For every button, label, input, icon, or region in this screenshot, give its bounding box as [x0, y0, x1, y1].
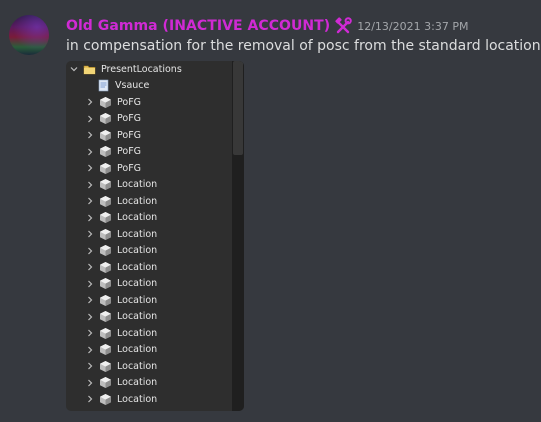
chevron-right-icon[interactable] — [85, 361, 95, 371]
chevron-right-icon[interactable] — [85, 97, 95, 107]
model-icon — [99, 244, 112, 257]
tree-row-item[interactable]: PoFG — [85, 127, 141, 144]
model-icon — [99, 178, 112, 191]
tree-row-item[interactable]: Location — [85, 342, 157, 359]
hammer-wrench-icon — [334, 17, 353, 35]
folder-icon — [83, 63, 96, 76]
tree-row-item[interactable]: PoFG — [85, 111, 141, 128]
tree-label: Vsauce — [115, 80, 150, 92]
script-icon — [97, 79, 110, 92]
chevron-right-icon[interactable] — [85, 196, 95, 206]
scrollbar[interactable] — [232, 61, 244, 411]
model-icon — [99, 277, 112, 290]
chevron-right-icon[interactable] — [85, 378, 95, 388]
tree-label: Location — [117, 245, 158, 257]
tree-label: Location — [117, 311, 158, 323]
chevron-right-icon[interactable] — [85, 328, 95, 338]
tree-label: Location — [117, 179, 158, 191]
tree-row-item[interactable]: PoFG — [85, 144, 141, 161]
tree-label: PresentLocations — [101, 63, 182, 75]
model-icon — [99, 211, 112, 224]
model-icon — [99, 376, 112, 389]
model-icon — [99, 310, 112, 323]
chevron-right-icon[interactable] — [85, 312, 95, 322]
model-icon — [99, 129, 112, 142]
model-icon — [99, 145, 112, 158]
tree-label: Location — [117, 261, 158, 273]
tree-row-item[interactable]: Location — [85, 292, 157, 309]
tree-row-script[interactable]: Vsauce — [93, 78, 149, 95]
tree-label: Location — [117, 393, 158, 405]
model-icon — [99, 261, 112, 274]
tree-label: Location — [117, 327, 158, 339]
avatar[interactable] — [9, 15, 49, 55]
tree-row-item[interactable]: Location — [85, 243, 157, 260]
tree-label: PoFG — [117, 113, 142, 125]
tree-row-item[interactable]: Location — [85, 391, 157, 408]
message-content: in compensation for the removal of posc … — [66, 38, 541, 54]
tree-row-item[interactable]: Location — [85, 358, 157, 375]
timestamp[interactable]: 12/13/2021 3:37 PM — [357, 20, 468, 33]
scrollbar-thumb[interactable] — [233, 61, 243, 155]
tree-label: PoFG — [117, 162, 142, 174]
chevron-right-icon[interactable] — [85, 180, 95, 190]
tree-row-item[interactable]: PoFG — [85, 94, 141, 111]
tree-label: Location — [117, 278, 158, 290]
chevron-right-icon[interactable] — [85, 345, 95, 355]
tree-label: PoFG — [117, 129, 142, 141]
chevron-right-icon[interactable] — [85, 130, 95, 140]
tree-label: Location — [117, 195, 158, 207]
image-attachment[interactable]: PresentLocations Vsauce PoFG PoFG PoFG PoFG… — [66, 61, 244, 411]
chevron-right-icon[interactable] — [85, 295, 95, 305]
chevron-right-icon[interactable] — [85, 213, 95, 223]
tree-label: Location — [117, 228, 158, 240]
chevron-down-icon[interactable] — [69, 64, 79, 74]
chevron-right-icon[interactable] — [85, 147, 95, 157]
model-icon — [99, 162, 112, 175]
tree-row-root[interactable]: PresentLocations — [69, 61, 182, 78]
tree-row-item[interactable]: Location — [85, 177, 157, 194]
tree-row-item[interactable]: PoFG — [85, 160, 141, 177]
message-header: Old Gamma (INACTIVE ACCOUNT) 12/13/2021 … — [66, 16, 468, 36]
tree-label: Location — [117, 294, 158, 306]
tree-label: Location — [117, 212, 158, 224]
tree-row-item[interactable]: Location — [85, 193, 157, 210]
chevron-right-icon[interactable] — [85, 229, 95, 239]
model-icon — [99, 343, 112, 356]
chevron-right-icon[interactable] — [85, 163, 95, 173]
model-icon — [99, 96, 112, 109]
tree-row-item[interactable]: Location — [85, 210, 157, 227]
model-icon — [99, 112, 112, 125]
chevron-right-icon[interactable] — [85, 114, 95, 124]
model-icon — [99, 393, 112, 406]
tree-row-item[interactable]: Location — [85, 259, 157, 276]
chevron-right-icon[interactable] — [85, 394, 95, 404]
model-icon — [99, 327, 112, 340]
tree-row-item[interactable]: Location — [85, 375, 157, 392]
model-icon — [99, 228, 112, 241]
tree-row-item[interactable]: Location — [85, 325, 157, 342]
tree-label: Location — [117, 360, 158, 372]
model-icon — [99, 294, 112, 307]
chevron-right-icon[interactable] — [85, 246, 95, 256]
username[interactable]: Old Gamma (INACTIVE ACCOUNT) — [66, 18, 330, 34]
tree-label: Location — [117, 377, 158, 389]
tree-row-item[interactable]: Location — [85, 309, 157, 326]
chevron-right-icon[interactable] — [85, 279, 95, 289]
model-icon — [99, 195, 112, 208]
chevron-right-icon[interactable] — [85, 262, 95, 272]
tree-row-item[interactable]: Location — [85, 276, 157, 293]
tree-row-item[interactable]: Location — [85, 226, 157, 243]
tree-label: PoFG — [117, 96, 142, 108]
tree-label: Location — [117, 344, 158, 356]
model-icon — [99, 360, 112, 373]
tree-label: PoFG — [117, 146, 142, 158]
